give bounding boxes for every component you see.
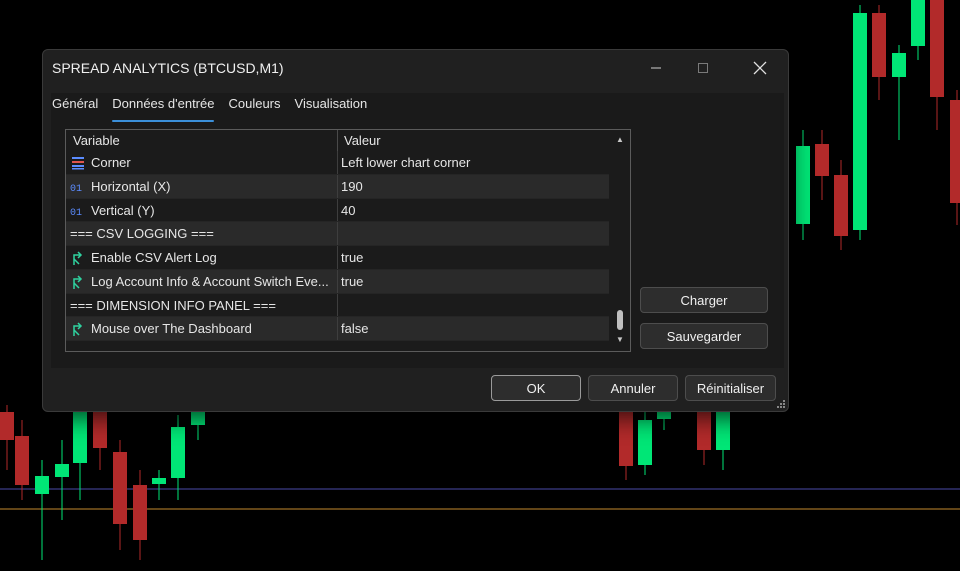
bear-candle: [815, 144, 829, 176]
bear-candle: [872, 13, 886, 77]
table-row[interactable]: Corner Left lower chart corner: [66, 151, 609, 175]
row-value[interactable]: 40: [341, 203, 355, 218]
bool-icon: [73, 322, 83, 337]
bull-candle: [657, 412, 671, 419]
tab-inputs[interactable]: Données d'entrée: [112, 96, 215, 122]
tab-colors[interactable]: Couleurs: [228, 96, 280, 118]
scroll-up-icon[interactable]: ▲: [615, 136, 625, 144]
table-row[interactable]: Log Account Info & Account Switch Eve...…: [66, 269, 609, 294]
enum-icon: [72, 157, 84, 170]
section-row[interactable]: === DIMENSION INFO PANEL ===: [66, 293, 609, 318]
close-button[interactable]: [737, 50, 783, 86]
save-button[interactable]: Sauvegarder: [640, 323, 768, 349]
bear-candle: [0, 412, 14, 440]
row-variable: Vertical (Y): [91, 202, 155, 218]
dialog-title: SPREAD ANALYTICS (BTCUSD,M1): [52, 60, 284, 76]
table-row[interactable]: 01 Horizontal (X) 190: [66, 174, 609, 199]
bool-icon: [73, 251, 83, 265]
bull-candle: [853, 13, 867, 230]
row-value[interactable]: Left lower chart corner: [341, 155, 470, 170]
table-row[interactable]: 01 Vertical (Y) 40: [66, 198, 609, 223]
column-divider[interactable]: [337, 130, 338, 151]
integer-icon: 01: [70, 184, 82, 195]
bull-candle: [796, 146, 810, 224]
cell-divider: [337, 269, 338, 293]
bear-candle: [697, 412, 711, 450]
cell-divider: [337, 151, 338, 174]
inputs-table: Variable Valeur Corner Left lower chart …: [65, 129, 631, 352]
cell-divider: [337, 293, 338, 317]
bear-candle: [619, 412, 633, 466]
row-value[interactable]: 190: [341, 179, 363, 194]
row-value[interactable]: true: [341, 250, 363, 265]
bear-candle: [15, 436, 29, 485]
tab-general[interactable]: Général: [52, 96, 98, 118]
bull-candle: [716, 412, 730, 450]
bull-candle: [191, 412, 205, 425]
cell-divider: [337, 222, 338, 245]
cell-divider: [337, 198, 338, 222]
section-label: === DIMENSION INFO PANEL ===: [70, 297, 276, 313]
cell-divider: [337, 317, 338, 340]
section-label: === CSV LOGGING ===: [70, 226, 214, 242]
bear-candle: [113, 452, 127, 524]
row-value[interactable]: true: [341, 274, 363, 289]
bear-candle: [834, 175, 848, 236]
minimize-button[interactable]: [633, 50, 679, 86]
title-bar[interactable]: SPREAD ANALYTICS (BTCUSD,M1): [43, 50, 788, 86]
reset-button[interactable]: Réinitialiser: [685, 375, 776, 401]
bull-candle: [171, 427, 185, 478]
table-header: Variable Valeur: [66, 130, 609, 151]
row-variable: Log Account Info & Account Switch Eve...: [91, 273, 329, 289]
minimize-icon: [651, 67, 661, 69]
bool-icon: [73, 275, 83, 289]
row-variable: Enable CSV Alert Log: [91, 250, 217, 265]
bull-candle: [152, 478, 166, 484]
bear-candle: [93, 412, 107, 448]
column-header-value[interactable]: Valeur: [344, 133, 381, 148]
bull-candle: [35, 476, 49, 494]
column-header-variable[interactable]: Variable: [73, 133, 120, 148]
tab-visualization[interactable]: Visualisation: [295, 96, 368, 118]
bear-candle: [950, 100, 960, 203]
bull-candle: [638, 420, 652, 465]
input-settings-dialog: SPREAD ANALYTICS (BTCUSD,M1) Général Don…: [42, 49, 789, 412]
cell-divider: [337, 246, 338, 269]
vertical-scrollbar[interactable]: ▲ ▼: [610, 130, 630, 351]
table-body: Corner Left lower chart corner 01 Horizo…: [66, 151, 609, 341]
table-row[interactable]: Enable CSV Alert Log true: [66, 246, 609, 270]
integer-icon: 01: [70, 208, 82, 219]
cancel-button[interactable]: Annuler: [588, 375, 678, 401]
bull-candle: [55, 464, 69, 477]
bull-candle: [911, 0, 925, 46]
svg-text:01: 01: [70, 184, 82, 195]
load-button[interactable]: Charger: [640, 287, 768, 313]
section-row[interactable]: === CSV LOGGING ===: [66, 222, 609, 246]
tab-bar: Général Données d'entrée Couleurs Visual…: [52, 96, 381, 122]
maximize-icon: [698, 63, 708, 73]
svg-text:01: 01: [70, 208, 82, 219]
resize-grip-icon[interactable]: [776, 399, 786, 409]
table-row[interactable]: Mouse over The Dashboard false: [66, 317, 609, 341]
close-icon: [753, 61, 767, 75]
cell-divider: [337, 174, 338, 198]
bear-candle: [930, 0, 944, 97]
row-variable: Horizontal (X): [91, 178, 171, 194]
bull-candle: [73, 410, 87, 463]
bull-candle: [892, 53, 906, 77]
bear-candle: [133, 485, 147, 540]
row-variable: Corner: [91, 155, 131, 170]
row-value[interactable]: false: [341, 321, 368, 336]
scroll-down-icon[interactable]: ▼: [615, 336, 625, 344]
maximize-button[interactable]: [680, 50, 726, 86]
scroll-thumb[interactable]: [617, 310, 623, 330]
ok-button[interactable]: OK: [491, 375, 581, 401]
row-variable: Mouse over The Dashboard: [91, 321, 252, 337]
